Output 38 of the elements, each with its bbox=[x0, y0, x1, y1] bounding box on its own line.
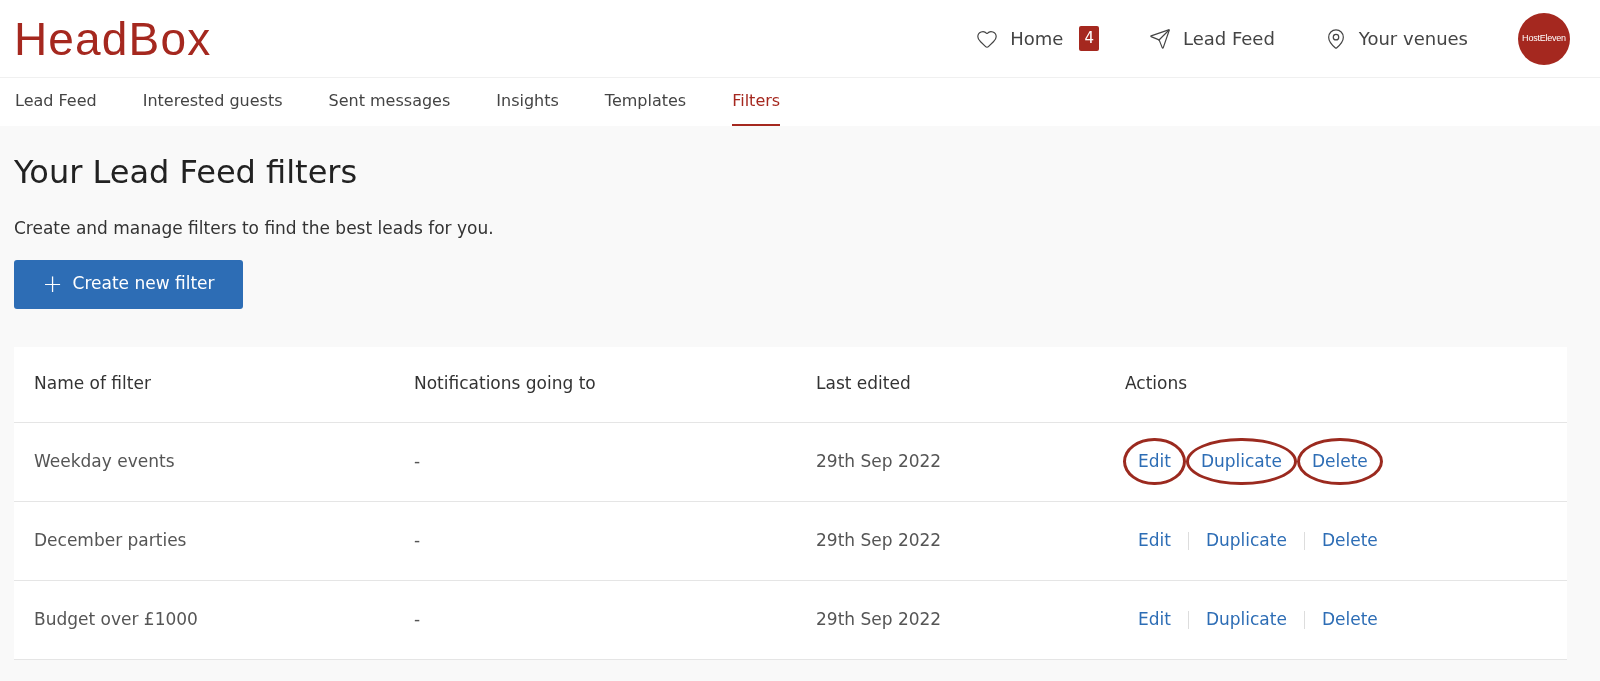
column-header: Name of filter bbox=[34, 372, 152, 396]
tab[interactable]: Lead Feed bbox=[15, 78, 97, 126]
count-badge: 4 bbox=[1079, 26, 1099, 51]
action-link[interactable]: Edit bbox=[1123, 516, 1186, 565]
page-subtitle: Create and manage filters to find the best leads for you. bbox=[14, 217, 495, 240]
action-link[interactable]: Edit bbox=[1123, 595, 1186, 644]
nav-link[interactable]: Lead Feed bbox=[1148, 25, 1275, 52]
action-link[interactable]: Duplicate bbox=[1190, 516, 1302, 565]
column-header: Actions bbox=[1125, 372, 1189, 396]
nav-link[interactable]: Your venues bbox=[1324, 25, 1468, 52]
page-title: Your Lead Feed filters bbox=[14, 152, 359, 192]
table-cell-text: 29th Sep 2022 bbox=[816, 449, 943, 473]
tab[interactable]: Templates bbox=[604, 78, 687, 126]
table-cell-text: Budget over £1000 bbox=[34, 607, 199, 631]
table-cell-text: - bbox=[414, 449, 422, 473]
action-link[interactable]: Delete bbox=[1306, 516, 1393, 565]
table-cell-text: Weekday events bbox=[34, 449, 176, 473]
tab[interactable]: Insights bbox=[496, 78, 559, 126]
table-cell-text: 29th Sep 2022 bbox=[816, 607, 943, 631]
column-header: Notifications going to bbox=[414, 372, 597, 396]
table-cell-text: - bbox=[414, 528, 422, 552]
table-cell-text: - bbox=[414, 607, 422, 631]
column-header: Last edited bbox=[816, 372, 912, 396]
action-link[interactable]: Duplicate bbox=[1190, 595, 1302, 644]
table-cell-text: December parties bbox=[34, 528, 188, 552]
tab[interactable]: Filters bbox=[732, 78, 781, 126]
nav-link[interactable]: Home 4 bbox=[976, 25, 1099, 52]
action-link[interactable]: Edit bbox=[1123, 437, 1186, 486]
paper-plane-icon bbox=[1148, 27, 1171, 50]
tab[interactable]: Sent messages bbox=[328, 78, 451, 126]
avatar[interactable]: HostEleven bbox=[1518, 12, 1570, 65]
create-filter-button[interactable]: + Create new filter bbox=[14, 259, 243, 309]
logo[interactable]: HeadBox bbox=[14, 15, 212, 62]
action-link[interactable]: Delete bbox=[1296, 437, 1383, 486]
action-link[interactable]: Duplicate bbox=[1185, 437, 1297, 486]
tab[interactable]: Interested guests bbox=[142, 78, 283, 126]
table-cell-text: 29th Sep 2022 bbox=[816, 528, 943, 552]
action-link[interactable]: Delete bbox=[1306, 595, 1393, 644]
